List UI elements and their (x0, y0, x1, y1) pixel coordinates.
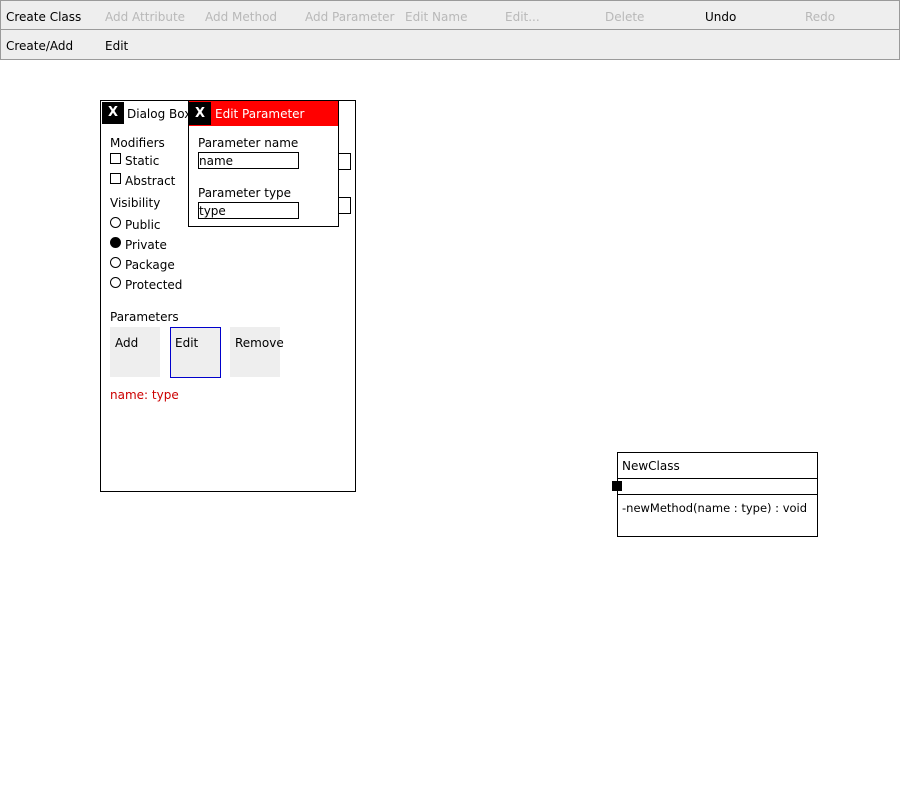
edit-name-button[interactable]: Edit Name (405, 1, 467, 31)
remove-parameter-dialog-button[interactable]: Remove (230, 327, 284, 377)
add-attribute-button[interactable]: Add Attribute (105, 1, 185, 31)
protected-label: Protected (125, 278, 183, 292)
abstract-checkbox[interactable] (110, 173, 121, 184)
method-item[interactable]: -newMethod(name : type) : void (622, 501, 807, 515)
create-add-mode-button[interactable]: Create/Add (6, 30, 73, 60)
add-parameter-button[interactable]: Add Parameter (305, 1, 394, 31)
toolbar-row-main: Create Class Add Attribute Add Method Ad… (0, 0, 900, 30)
private-radio[interactable] (110, 237, 121, 248)
selection-handle[interactable] (612, 481, 622, 491)
edit-button[interactable]: Edit... (505, 1, 540, 31)
parameter-name-input[interactable] (198, 152, 299, 169)
name-divider (618, 478, 817, 479)
parameters-heading: Parameters (110, 310, 179, 324)
visibility-heading: Visibility (110, 196, 161, 210)
redo-button[interactable]: Redo (805, 1, 835, 31)
delete-button[interactable]: Delete (605, 1, 644, 31)
parameter-name-label: Parameter name (198, 136, 299, 150)
add-parameter-dialog-button[interactable]: Add (110, 327, 160, 377)
abstract-label: Abstract (125, 174, 176, 188)
edit-mode-button[interactable]: Edit (105, 30, 128, 60)
private-label: Private (125, 238, 167, 252)
modifiers-heading: Modifiers (110, 136, 165, 150)
attributes-divider (618, 494, 817, 495)
static-checkbox[interactable] (110, 153, 121, 164)
public-radio[interactable] (110, 217, 121, 228)
package-radio[interactable] (110, 257, 121, 268)
public-label: Public (125, 218, 161, 232)
package-label: Package (125, 258, 175, 272)
dialog-close-button[interactable]: X (102, 102, 124, 124)
dialog-title: Dialog Box (127, 107, 192, 121)
static-label: Static (125, 154, 160, 168)
toolbar-row-mode: Create/Add Edit (0, 30, 900, 60)
parameter-type-input[interactable] (198, 202, 299, 219)
edit-label: Edit (175, 336, 199, 350)
uml-class-box[interactable]: NewClass -newMethod(name : type) : void (617, 452, 818, 537)
edit-parameter-header: X Edit Parameter (189, 101, 338, 126)
create-class-button[interactable]: Create Class (6, 1, 81, 31)
add-method-button[interactable]: Add Method (205, 1, 277, 31)
add-label: Add (115, 336, 139, 350)
edit-parameter-dialog-button[interactable]: Edit (170, 327, 221, 378)
edit-parameter-title: Edit Parameter (215, 107, 305, 121)
parameter-list-item[interactable]: name: type (110, 388, 179, 402)
edit-parameter-close-button[interactable]: X (189, 102, 211, 125)
protected-radio[interactable] (110, 277, 121, 288)
remove-label: Remove (235, 336, 284, 350)
parameter-type-label: Parameter type (198, 186, 292, 200)
class-name: NewClass (622, 459, 680, 473)
edit-parameter-popup: X Edit Parameter Parameter name Paramete… (188, 100, 339, 227)
undo-button[interactable]: Undo (705, 1, 736, 31)
